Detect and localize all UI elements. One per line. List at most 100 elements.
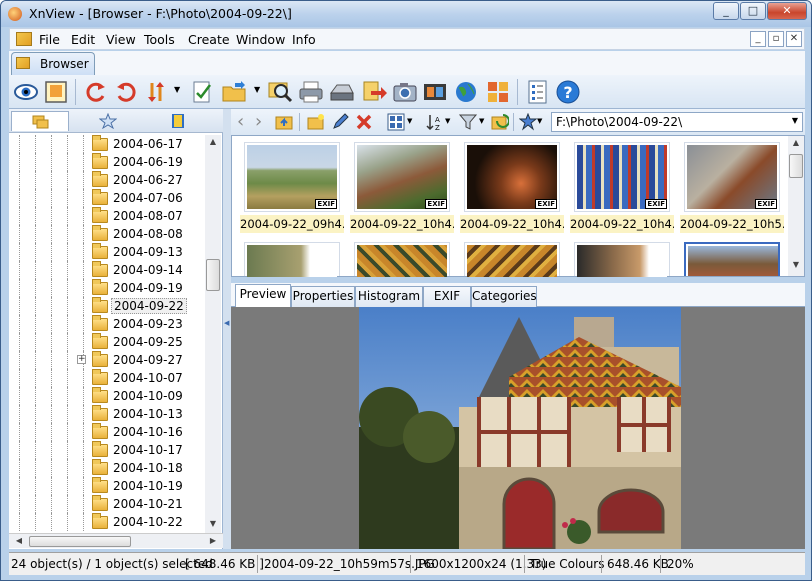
camera-icon[interactable] [392,79,418,105]
parent-folder-icon[interactable] [275,113,293,131]
thumbnail[interactable] [354,242,450,277]
menu-view[interactable]: View [106,32,136,47]
mdi-restore-button[interactable]: ▫ [768,31,784,47]
tree-item[interactable]: 2004-10-17 [9,441,205,459]
scanner-icon[interactable] [329,79,355,105]
tree-vertical-scrollbar[interactable]: ▲ ▼ [205,135,221,535]
menu-tools[interactable]: Tools [144,32,175,47]
flip-icon[interactable] [143,79,169,105]
tree-item[interactable]: 2004-09-19 [9,279,205,297]
scroll-left-icon[interactable]: ◀ [11,536,27,545]
preview-image[interactable] [359,307,681,549]
tree-item[interactable]: 2004-10-09 [9,387,205,405]
thumbnail[interactable]: EXIF [574,142,670,212]
thumbnail-label[interactable]: 2004-09-22_10h4... [570,215,674,233]
thumbnail[interactable] [244,242,340,277]
thumbnail-label[interactable]: 2004-09-22_10h4... [350,215,454,233]
contact-sheet-icon[interactable] [485,79,511,105]
web-globe-icon[interactable] [453,79,479,105]
tree-item[interactable]: 2004-09-14 [9,261,205,279]
minimize-button[interactable]: _ [713,2,739,20]
scroll-thumb[interactable] [206,259,220,291]
menu-create[interactable]: Create [188,32,230,47]
thumbnail-selected[interactable] [684,242,780,276]
refresh-icon[interactable] [491,113,509,131]
view-eye-icon[interactable] [13,79,39,105]
favorite-star-icon[interactable] [519,113,537,131]
filter-funnel-icon[interactable] [459,113,477,131]
scroll-thumb[interactable] [29,536,131,547]
tree-item[interactable]: 2004-06-19 [9,153,205,171]
tree-item[interactable]: 2004-10-19 [9,477,205,495]
menu-info[interactable]: Info [292,32,316,47]
delete-x-icon[interactable] [355,113,373,131]
thumbnail-scrollbar[interactable]: ▲ ▼ [788,136,804,276]
rotate-right-icon[interactable] [113,79,139,105]
tree-item[interactable]: 2004-08-08 [9,225,205,243]
tab-histogram[interactable]: Histogram [355,286,423,307]
tab-browser[interactable]: Browser [11,52,95,75]
tab-categories[interactable] [149,111,207,131]
tree-item[interactable]: 2004-09-25 [9,333,205,351]
tag-file-icon[interactable] [189,79,215,105]
menu-edit[interactable]: Edit [71,32,95,47]
scroll-thumb[interactable] [789,154,803,178]
chevron-down-icon[interactable]: ▼ [479,117,484,125]
scroll-down-icon[interactable]: ▼ [205,519,221,528]
expand-icon[interactable]: + [77,355,86,364]
slideshow-icon[interactable] [422,79,448,105]
tree-item[interactable]: 2004-06-27 [9,171,205,189]
chevron-down-icon[interactable]: ▼ [792,116,798,125]
tree-item[interactable]: +2004-09-27 [9,351,205,369]
chevron-down-icon[interactable]: ▼ [445,117,450,125]
new-folder-icon[interactable] [307,113,325,131]
rotate-left-icon[interactable] [83,79,109,105]
print-icon[interactable] [298,79,324,105]
chevron-down-icon[interactable]: ▼ [537,117,542,125]
tree-item[interactable]: 2004-06-17 [9,135,205,153]
tab-favorites[interactable] [79,111,137,131]
tree-item[interactable]: 2004-09-13 [9,243,205,261]
mdi-minimize-button[interactable]: _ [750,31,766,47]
menu-file[interactable]: File [39,32,60,47]
maximize-button[interactable]: □ [740,2,766,20]
tree-item[interactable]: 2004-10-16 [9,423,205,441]
search-zoom-icon[interactable] [267,79,293,105]
menu-window[interactable]: Window [236,32,285,47]
tab-categories[interactable]: Categories [471,286,537,307]
collapse-left-icon[interactable]: ◀ [224,319,229,327]
tab-properties[interactable]: Properties [291,286,355,307]
thumbnail[interactable]: EXIF [464,142,560,212]
tab-exif[interactable]: EXIF [423,286,471,307]
open-folder-icon[interactable] [221,79,247,105]
tree-item[interactable]: 2004-10-13 [9,405,205,423]
rename-pencil-icon[interactable] [331,113,349,131]
thumbnail-label[interactable]: 2004-09-22_09h4... [240,215,344,233]
panel-splitter[interactable]: ◀ [223,109,231,549]
forward-arrow-icon[interactable]: › [255,111,262,132]
chevron-down-icon[interactable]: ▼ [174,85,180,94]
help-icon[interactable]: ? [555,79,581,105]
tree-item[interactable]: 2004-10-07 [9,369,205,387]
tab-folders[interactable] [11,111,69,131]
mdi-close-button[interactable]: ✕ [786,31,802,47]
chevron-down-icon[interactable]: ▼ [407,117,412,125]
thumbnail-label[interactable]: 2004-09-22_10h5... [680,215,784,233]
chevron-down-icon[interactable]: ▼ [254,85,260,94]
thumbnail[interactable] [574,242,670,277]
options-checklist-icon[interactable] [525,79,551,105]
thumbnail[interactable] [464,242,560,277]
scroll-up-icon[interactable]: ▲ [788,138,804,147]
thumbnail[interactable]: EXIF [684,142,780,212]
tree-item[interactable]: 2004-08-07 [9,207,205,225]
tree-item[interactable]: 2004-10-18 [9,459,205,477]
scroll-right-icon[interactable]: ▶ [205,536,221,545]
title-bar[interactable]: XnView - [Browser - F:\Photo\2004-09-22\… [1,1,811,27]
scroll-up-icon[interactable]: ▲ [205,137,221,146]
thumbnail[interactable]: EXIF [354,142,450,212]
back-arrow-icon[interactable]: ‹ [237,111,244,132]
tree-item[interactable]: 2004-09-23 [9,315,205,333]
tree-item[interactable]: 2004-09-22 [9,297,205,315]
tree-item[interactable]: 2004-10-21 [9,495,205,513]
close-button[interactable]: ✕ [767,2,807,20]
